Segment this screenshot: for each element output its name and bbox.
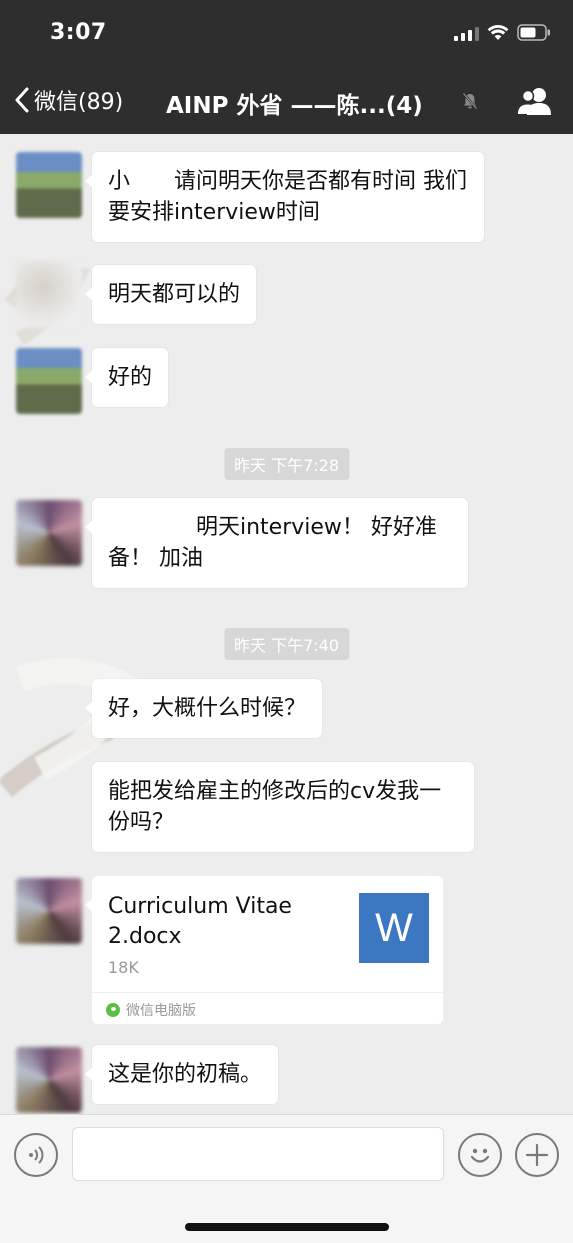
chevron-left-icon bbox=[15, 87, 29, 113]
emoji-button[interactable] bbox=[458, 1133, 502, 1177]
voice-button[interactable] bbox=[14, 1133, 58, 1177]
file-name: Curriculum Vitae 2.docx bbox=[108, 894, 292, 949]
message-bubble[interactable]: 小 请问明天你是否都有时间 我们要安排interview时间 bbox=[85, 152, 484, 242]
home-indicator[interactable] bbox=[185, 1223, 389, 1231]
voice-icon bbox=[29, 1146, 44, 1164]
back-button[interactable]: 微信(89) bbox=[14, 84, 123, 116]
wifi-icon bbox=[487, 24, 509, 41]
avatar[interactable] bbox=[16, 152, 82, 218]
plus-icon bbox=[525, 1143, 549, 1167]
file-message-card[interactable]: Curriculum Vitae 2.docx 18K W 微信电脑版 bbox=[85, 876, 443, 1024]
message-bubble[interactable]: 好的 bbox=[84, 348, 169, 407]
message-bubble[interactable]: 好，大概什么时候？ bbox=[84, 679, 323, 738]
file-source: 微信电脑版 bbox=[106, 1000, 196, 1020]
mute-bell-icon bbox=[462, 92, 478, 110]
more-button[interactable] bbox=[515, 1133, 559, 1177]
navigation-header: 3:07 微信(89) AINP 外省 ——陈...(4) bbox=[0, 0, 573, 134]
battery-icon bbox=[517, 24, 551, 41]
wechat-logo-icon bbox=[106, 1003, 120, 1017]
message-bubble[interactable]: 明天interview！ 好好准备！ 加油 bbox=[85, 498, 468, 588]
message-input[interactable] bbox=[72, 1127, 444, 1181]
avatar[interactable] bbox=[16, 1047, 82, 1113]
group-people-icon[interactable] bbox=[517, 86, 553, 116]
cellular-signal-icon bbox=[454, 25, 479, 41]
avatar[interactable] bbox=[16, 261, 82, 327]
file-size: 18K bbox=[108, 958, 139, 977]
emoji-icon bbox=[470, 1148, 490, 1163]
message-bubble[interactable]: 这是你的初稿。 bbox=[84, 1045, 279, 1104]
avatar[interactable] bbox=[16, 348, 82, 414]
timestamp: 昨天 下午7:40 bbox=[223, 628, 350, 660]
divider bbox=[92, 992, 443, 993]
chat-title: AINP 外省 ——陈...(4) bbox=[166, 93, 423, 119]
avatar[interactable] bbox=[16, 500, 82, 566]
avatar[interactable] bbox=[16, 878, 82, 944]
file-source-label: 微信电脑版 bbox=[126, 1003, 196, 1019]
timestamp: 昨天 下午7:28 bbox=[223, 448, 350, 480]
status-indicators bbox=[454, 24, 551, 41]
chat-message-list[interactable]: 小 请问明天你是否都有时间 我们要安排interview时间 明天都可以的 好的… bbox=[0, 134, 573, 1114]
status-time: 3:07 bbox=[50, 20, 107, 45]
message-bubble[interactable]: 能把发给雇主的修改后的cv发我一份吗？ bbox=[92, 762, 474, 852]
back-label: 微信(89) bbox=[34, 90, 124, 115]
word-document-icon: W bbox=[359, 893, 429, 963]
message-bubble[interactable]: 明天都可以的 bbox=[84, 265, 257, 324]
chat-input-bar bbox=[0, 1114, 573, 1243]
